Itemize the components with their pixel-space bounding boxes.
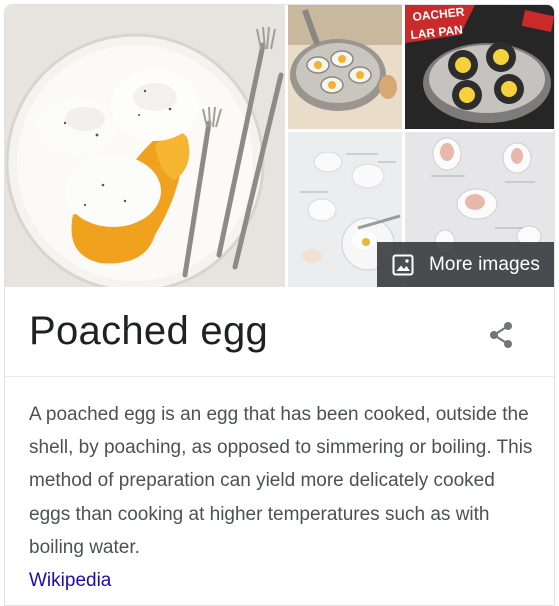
more-images-label: More images [429, 253, 540, 275]
poached-eggs-plate-image [5, 5, 285, 287]
image-gallery: OACHER LAR PAN More images [5, 5, 554, 287]
image-icon [392, 254, 414, 275]
more-images-button[interactable]: More images [377, 242, 554, 287]
gallery-image-main[interactable] [5, 5, 285, 287]
wikipedia-link[interactable]: Wikipedia [29, 564, 111, 597]
entity-title: Poached egg [29, 309, 269, 353]
title-row: Poached egg [5, 287, 554, 377]
poacher-pan-box-image: OACHER LAR PAN [405, 5, 554, 129]
gallery-image-pan-box[interactable]: OACHER LAR PAN [405, 5, 554, 129]
share-icon [490, 322, 512, 348]
knowledge-panel: OACHER LAR PAN More images Poached egg A… [4, 4, 555, 606]
share-button[interactable] [485, 319, 517, 351]
egg-poacher-pan-image [288, 5, 402, 129]
entity-description: A poached egg is an egg that has been co… [29, 404, 533, 558]
gallery-image-pan[interactable] [288, 5, 402, 129]
